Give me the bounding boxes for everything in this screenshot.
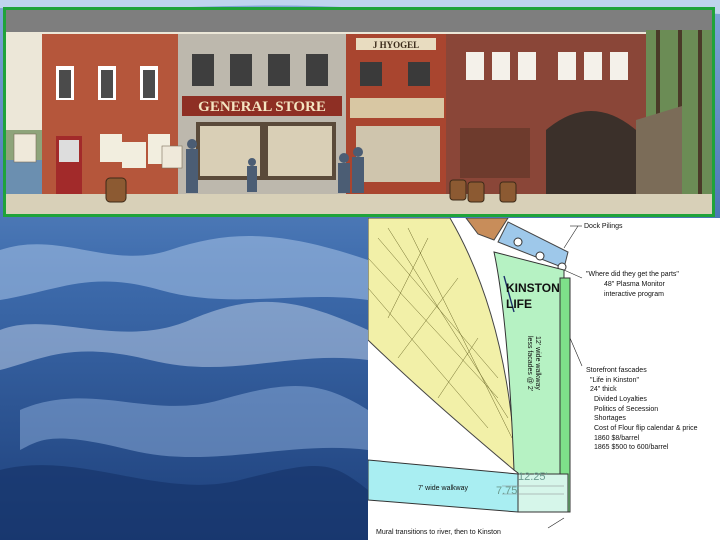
general-store-sign: GENERAL STORE — [198, 99, 326, 115]
dock-pilings-label: Dock Pilings — [584, 223, 623, 230]
topic-cost-of-flour: Cost of Flour flip calendar & price — [594, 425, 698, 432]
storefront-illustration: GENERAL STORE J HYOGEL — [6, 10, 712, 214]
storefront-fascades-label: Storefront fascades — [586, 367, 647, 374]
topic-1860-price: 1860 $8/barrel — [594, 435, 640, 442]
storefront-mural: GENERAL STORE J HYOGEL — [3, 7, 715, 217]
dimension-7-75: 7.75' — [496, 485, 520, 497]
dimension-12-25: 12.25' — [518, 471, 548, 483]
topic-1865-price: 1865 $500 to 600/barrel — [594, 444, 669, 451]
plasma-monitor-label: 48" Plasma Monitor — [604, 281, 666, 288]
topic-shortages: Shortages — [594, 415, 626, 422]
shop-sign: J HYOGEL — [373, 40, 419, 50]
walkway-12-label: 12' wide walkway — [534, 336, 541, 390]
floor-plan: Dock Pilings KINSTON LIFE "Where did the… — [368, 218, 720, 540]
interactive-program-label: interactive program — [604, 291, 664, 298]
kinston-life-title-line1: KINSTON — [506, 281, 560, 295]
thickness-label: 24" thick — [590, 386, 617, 393]
life-in-kinston-label: "Life in Kinston" — [590, 377, 639, 384]
parts-question-label: "Where did they get the parts" — [586, 271, 679, 278]
topic-divided-loyalties: Divided Loyalties — [594, 396, 647, 403]
walkway-7-label: 7' wide walkway — [418, 485, 468, 492]
topic-politics-of-secession: Politics of Secession — [594, 406, 658, 413]
kinston-life-title-line2: LIFE — [506, 297, 532, 311]
walkway-12-sublabel: less facades @ 2' — [526, 336, 533, 391]
mural-transitions-label: Mural transitions to river, then to Kins… — [376, 529, 501, 536]
